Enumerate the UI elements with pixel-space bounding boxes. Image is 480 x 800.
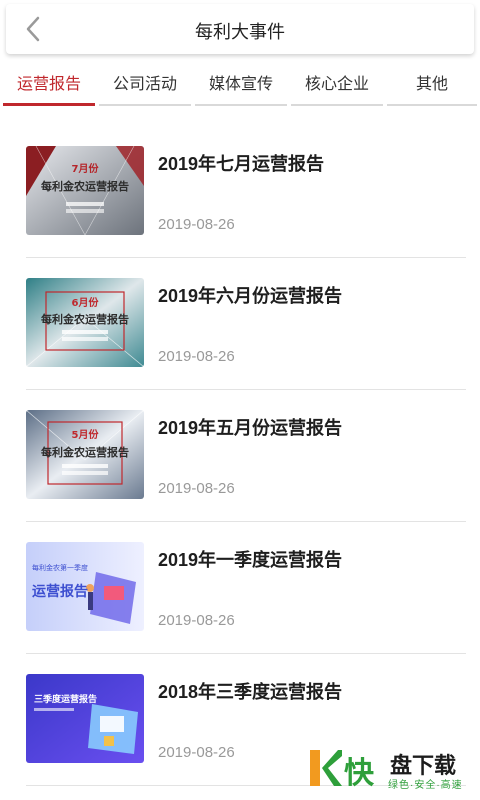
thumb-caption: 每利金农运营报告 bbox=[41, 445, 129, 459]
report-thumbnail: 5月份 每利金农运营报告 bbox=[26, 410, 144, 499]
thumb-small-text: 每利金农第一季度 bbox=[32, 563, 88, 572]
tab-operation-report[interactable]: 运营报告 bbox=[3, 58, 95, 106]
item-date: 2019-08-26 bbox=[158, 744, 235, 761]
item-date: 2019-08-26 bbox=[158, 612, 235, 629]
header-bar: 每利大事件 bbox=[6, 4, 474, 54]
watermark: 快 盘下载 绿色·安全·高速 bbox=[306, 744, 476, 794]
list-item[interactable]: 7月份 每利金农运营报告 2019年七月运营报告 2019-08-26 bbox=[0, 126, 480, 258]
item-date: 2019-08-26 bbox=[158, 480, 235, 497]
report-thumbnail: 三季度运营报告 bbox=[26, 674, 144, 763]
thumb-big-text: 运营报告 bbox=[32, 583, 88, 600]
tab-core-enterprises[interactable]: 核心企业 bbox=[291, 58, 383, 106]
tab-indicator bbox=[3, 103, 95, 106]
report-thumbnail: 6月份 每利金农运营报告 bbox=[26, 278, 144, 367]
thumb-month: 7月份 bbox=[72, 162, 100, 175]
list-item[interactable]: 6月份 每利金农运营报告 2019年六月份运营报告 2019-08-26 bbox=[0, 258, 480, 390]
tab-underline bbox=[291, 104, 383, 106]
item-title: 2019年七月运营报告 bbox=[158, 154, 325, 174]
tab-company-activities[interactable]: 公司活动 bbox=[99, 58, 191, 106]
watermark-logo-text: 快 bbox=[344, 757, 374, 790]
page-title: 每利大事件 bbox=[195, 22, 285, 42]
tab-label: 其他 bbox=[415, 76, 448, 93]
item-date: 2019-08-26 bbox=[158, 348, 235, 365]
thumb-month: 6月份 bbox=[72, 296, 100, 309]
tab-label: 核心企业 bbox=[304, 76, 369, 93]
tab-bar: 运营报告 公司活动 媒体宣传 核心企业 其他 bbox=[0, 58, 480, 108]
item-date: 2019-08-26 bbox=[158, 216, 235, 233]
tab-label: 公司活动 bbox=[112, 76, 177, 93]
list-item[interactable]: 5月份 每利金农运营报告 2019年五月份运营报告 2019-08-26 bbox=[0, 390, 480, 522]
tab-label: 运营报告 bbox=[16, 76, 81, 93]
report-thumbnail: 7月份 每利金农运营报告 bbox=[26, 146, 144, 235]
watermark-slogan: 绿色·安全·高速 bbox=[388, 780, 463, 791]
watermark-logo-icon bbox=[310, 750, 342, 786]
tab-media-promotion[interactable]: 媒体宣传 bbox=[195, 58, 287, 106]
tab-underline bbox=[99, 104, 191, 106]
tab-underline bbox=[195, 104, 287, 106]
item-title: 2018年三季度运营报告 bbox=[158, 682, 343, 702]
thumb-month: 5月份 bbox=[72, 428, 100, 441]
list-item[interactable]: 每利金农第一季度 运营报告 2019年一季度运营报告 2019-08-26 bbox=[0, 522, 480, 654]
item-title: 2019年一季度运营报告 bbox=[158, 550, 343, 570]
thumb-small-text: 三季度运营报告 bbox=[34, 693, 97, 705]
thumb-caption: 每利金农运营报告 bbox=[41, 312, 129, 326]
thumb-caption: 每利金农运营报告 bbox=[41, 179, 129, 193]
tab-underline bbox=[387, 104, 477, 106]
item-title: 2019年六月份运营报告 bbox=[158, 286, 343, 306]
tab-label: 媒体宣传 bbox=[208, 76, 273, 93]
report-thumbnail: 每利金农第一季度 运营报告 bbox=[26, 542, 144, 631]
tab-other[interactable]: 其他 bbox=[387, 58, 477, 106]
item-title: 2019年五月份运营报告 bbox=[158, 418, 343, 438]
